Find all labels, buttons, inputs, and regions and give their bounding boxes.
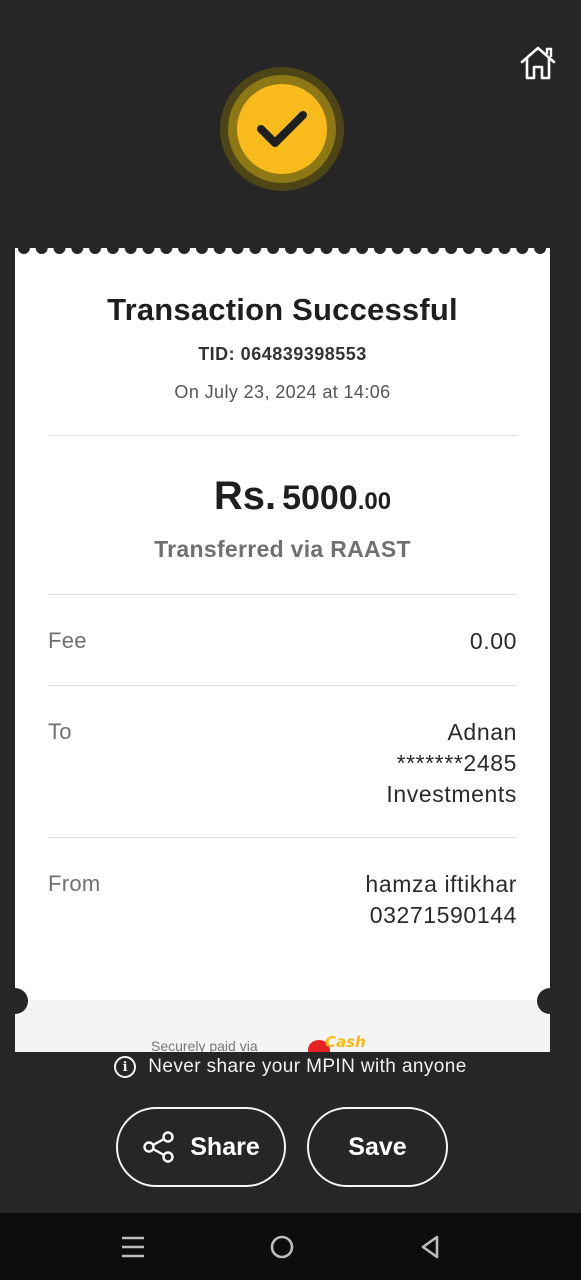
recipient-name: Adnan xyxy=(447,719,517,745)
secure-text: Securely paid via xyxy=(151,1038,258,1052)
back-icon xyxy=(421,1235,439,1259)
sender-name: hamza iftikhar xyxy=(365,871,517,897)
save-button[interactable]: Save xyxy=(307,1107,448,1187)
divider xyxy=(48,685,517,686)
amount-decimal: .00 xyxy=(357,488,392,515)
divider xyxy=(48,594,517,595)
receipt-header: Transaction Successful TID: 064839398553… xyxy=(15,292,550,403)
amount-whole: 5000 xyxy=(282,479,358,517)
share-label: Share xyxy=(190,1132,260,1161)
home-button[interactable] xyxy=(516,42,560,84)
amount-currency: Rs. xyxy=(213,474,277,518)
fee-value: 0.00 xyxy=(469,628,517,654)
home-icon xyxy=(520,46,556,80)
divider xyxy=(48,435,517,436)
warning-text: Never share your MPIN with anyone xyxy=(148,1056,467,1077)
success-check-icon xyxy=(257,111,307,147)
transaction-date: On July 23, 2024 at 14:06 xyxy=(174,382,391,402)
recipient-bank: Investments xyxy=(386,781,517,807)
sender-details: hamza iftikhar 03271590144 xyxy=(365,869,517,931)
recipient-account: *******2485 xyxy=(396,750,517,776)
transaction-id: TID: 064839398553 xyxy=(198,344,367,364)
jazzcash-logo: Cash xyxy=(308,1033,366,1052)
receipt-footer: Securely paid via Cash xyxy=(15,1000,550,1052)
mpin-warning: i Never share your MPIN with anyone xyxy=(0,1056,581,1078)
share-icon xyxy=(143,1131,174,1163)
from-label: From xyxy=(48,871,101,896)
receipt-notch-right xyxy=(537,988,563,1014)
recent-apps-button[interactable] xyxy=(113,1231,153,1263)
share-button[interactable]: Share xyxy=(116,1107,286,1187)
receipt-title: Transaction Successful xyxy=(107,292,458,327)
to-label: To xyxy=(48,719,72,744)
receipt-notch-left xyxy=(2,988,28,1014)
fee-label: Fee xyxy=(48,628,87,653)
save-label: Save xyxy=(348,1132,407,1161)
info-icon: i xyxy=(114,1056,137,1078)
system-navigation-bar xyxy=(0,1213,581,1280)
svg-text:Cash: Cash xyxy=(325,1033,366,1051)
transaction-receipt-screen: Transaction Successful TID: 064839398553… xyxy=(0,0,581,1280)
system-back-button[interactable] xyxy=(410,1231,450,1263)
sender-number: 03271590144 xyxy=(369,902,517,928)
receipt-card: Transaction Successful TID: 064839398553… xyxy=(15,248,550,1052)
amount: Rs. 5000.00 xyxy=(15,474,550,519)
divider xyxy=(48,837,517,838)
system-home-button[interactable] xyxy=(262,1231,302,1263)
success-badge xyxy=(220,67,344,191)
receipt-scalloped-edge xyxy=(15,248,550,258)
recipient-details: Adnan *******2485 Investments xyxy=(386,717,517,810)
home-circle-icon xyxy=(270,1235,294,1259)
transfer-method: Transferred via RAAST xyxy=(154,536,411,562)
menu-icon xyxy=(122,1236,144,1258)
